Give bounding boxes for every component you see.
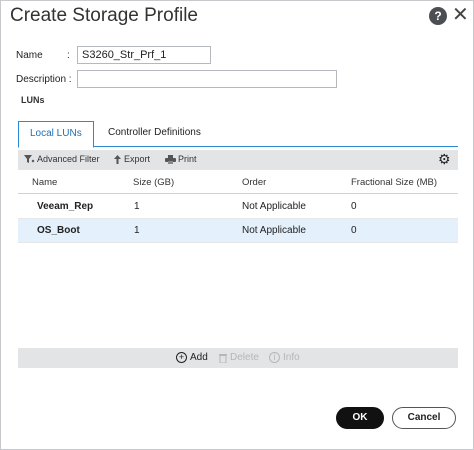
export-button[interactable]: Export [113,154,150,164]
description-label: Description : [16,74,72,85]
delete-button[interactable]: Delete [219,352,259,363]
table-toolbar: Advanced Filter Export Print ⚙ [18,150,458,170]
table-row[interactable]: Veeam_Rep 1 Not Applicable 0 [18,195,458,219]
tab-controller-definitions[interactable]: Controller Definitions [97,121,212,147]
table-actions-bar: + Add Delete i Info [18,348,458,368]
lun-name: OS_Boot [37,225,80,236]
luns-tabs: Local LUNs Controller Definitions [18,119,458,148]
info-button[interactable]: i Info [269,352,300,363]
delete-label: Delete [230,352,259,363]
export-icon [114,154,121,164]
lun-order: Not Applicable [242,201,306,212]
trash-icon [219,353,227,363]
name-label: Name [16,50,43,61]
close-icon[interactable]: ✕ [452,4,469,26]
print-button[interactable]: Print [165,154,197,164]
column-header-order[interactable]: Order [242,177,266,188]
cancel-button[interactable]: Cancel [392,407,456,429]
lun-fractional-size: 0 [351,201,357,212]
luns-section-label: LUNs [21,95,45,105]
column-header-fractional-size[interactable]: Fractional Size (MB) [351,177,437,188]
advanced-filter-label: Advanced Filter [37,154,100,164]
print-label: Print [178,154,197,164]
add-label: Add [190,352,208,363]
column-header-size[interactable]: Size (GB) [133,177,174,188]
filter-icon [24,154,35,163]
advanced-filter-button[interactable]: Advanced Filter [24,154,100,164]
tab-local-luns[interactable]: Local LUNs [18,121,94,148]
help-icon[interactable]: ? [429,7,447,25]
gear-icon[interactable]: ⚙ [438,151,451,168]
name-colon: : [67,50,70,61]
lun-size: 1 [134,225,140,236]
description-field[interactable] [77,70,337,88]
dialog-title: Create Storage Profile [10,5,198,26]
info-icon: i [269,352,280,363]
ok-button[interactable]: OK [336,407,384,429]
lun-order: Not Applicable [242,225,306,236]
name-field[interactable]: S3260_Str_Prf_1 [77,46,211,64]
lun-fractional-size: 0 [351,225,357,236]
add-button[interactable]: + Add [176,352,208,363]
column-header-name[interactable]: Name [32,177,57,188]
export-label: Export [124,154,151,164]
info-label: Info [283,352,300,363]
table-row[interactable]: OS_Boot 1 Not Applicable 0 [18,219,458,243]
create-storage-profile-dialog: Create Storage Profile ? ✕ Name : S3260_… [0,0,474,450]
printer-icon [165,154,176,164]
add-icon: + [176,352,187,363]
table-header: Name Size (GB) Order Fractional Size (MB… [18,171,458,194]
lun-size: 1 [134,201,140,212]
lun-name: Veeam_Rep [37,201,94,212]
